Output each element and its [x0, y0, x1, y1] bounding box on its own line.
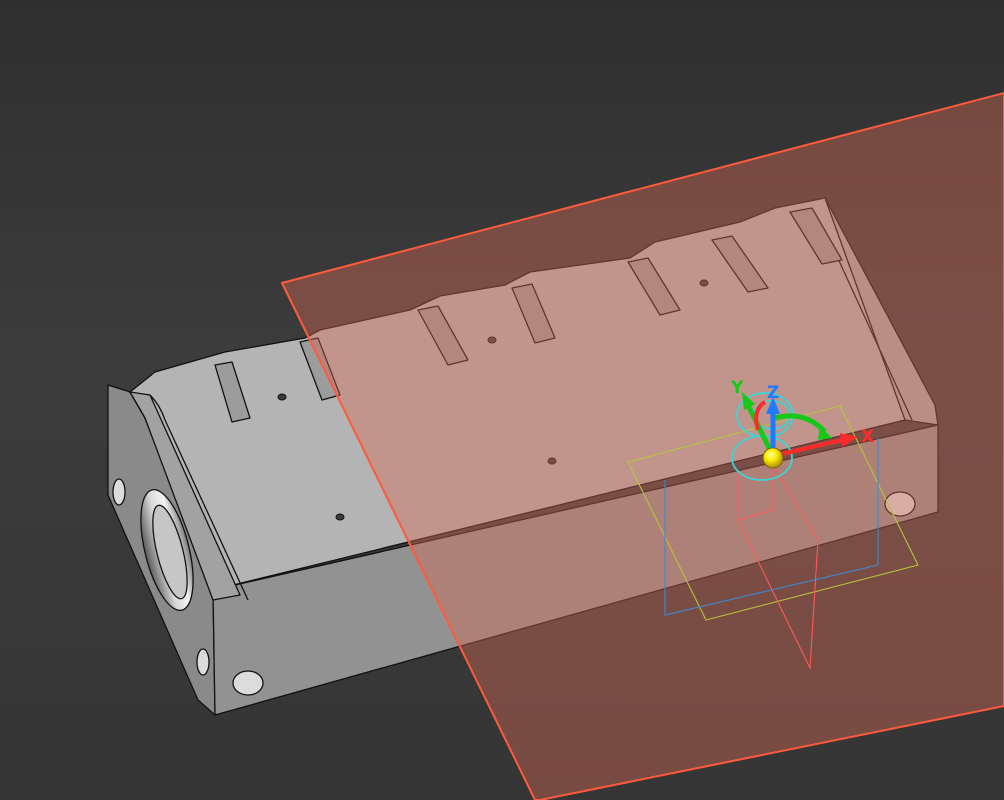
scene-canvas[interactable]: Y Z X: [0, 0, 1004, 800]
section-plane[interactable]: [280, 91, 1004, 800]
end-hole-top: [112, 478, 126, 506]
y-axis-label: Y: [730, 378, 744, 398]
3d-viewport[interactable]: Y Z X: [0, 0, 1004, 800]
z-axis-label: Z: [767, 383, 779, 403]
front-hole-left: [232, 670, 264, 696]
end-hole-bottom: [196, 648, 210, 676]
x-axis-label: X: [861, 427, 874, 447]
gizmo-origin-handle[interactable]: [762, 447, 784, 469]
